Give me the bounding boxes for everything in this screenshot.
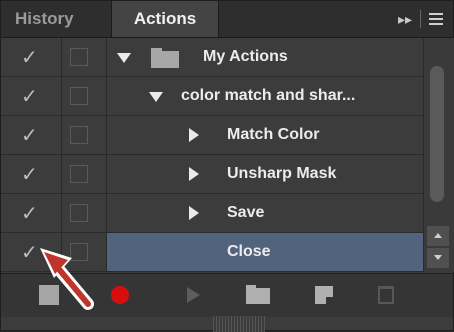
scroll-up-arrow-icon[interactable]	[427, 226, 449, 246]
toggle-item-checkmark-icon[interactable]: ✓	[21, 201, 38, 226]
toggle-item-checkmark-icon[interactable]: ✓	[21, 240, 38, 265]
action-step-row[interactable]: ✓ Save	[1, 194, 423, 233]
tab-icon-divider	[420, 10, 421, 28]
step-name: Match Color	[227, 126, 320, 143]
toggle-item-checkmark-icon[interactable]: ✓	[21, 45, 38, 70]
tab-history[interactable]: History	[15, 1, 74, 37]
toggle-dialog-box[interactable]	[70, 87, 88, 105]
new-set-button[interactable]	[233, 274, 283, 317]
step-name: Save	[227, 204, 265, 221]
action-name: color match and shar...	[181, 87, 356, 104]
delete-trash-icon	[378, 286, 394, 304]
actions-panel: History Actions ▸▸ ✓ My Actions ✓ color …	[0, 0, 454, 332]
collapse-triangle-icon[interactable]	[189, 128, 199, 142]
scroll-down-arrow-icon[interactable]	[427, 248, 449, 268]
play-button[interactable]	[169, 274, 219, 317]
record-button[interactable]	[97, 274, 147, 317]
step-name: Close	[227, 243, 271, 260]
action-step-row[interactable]: ✓ Unsharp Mask	[1, 155, 423, 194]
resize-grip[interactable]	[213, 316, 265, 332]
toggle-item-checkmark-icon[interactable]: ✓	[21, 123, 38, 148]
toggle-dialog-box[interactable]	[70, 48, 88, 66]
new-action-icon	[315, 286, 333, 304]
stop-icon	[39, 285, 59, 305]
toggle-dialog-box[interactable]	[70, 204, 88, 222]
toggle-dialog-box[interactable]	[70, 243, 88, 261]
new-action-button[interactable]	[299, 274, 349, 317]
vertical-scrollbar[interactable]	[423, 38, 454, 272]
stop-button[interactable]	[23, 274, 73, 317]
toggle-item-checkmark-icon[interactable]: ✓	[21, 84, 38, 109]
step-name: Unsharp Mask	[227, 165, 337, 182]
action-step-row-selected[interactable]: ✓ Close	[1, 233, 423, 272]
collapse-triangle-icon[interactable]	[189, 167, 199, 181]
toggle-dialog-box[interactable]	[70, 165, 88, 183]
tab-actions[interactable]: Actions	[111, 1, 219, 37]
new-set-folder-icon	[246, 285, 270, 304]
panel-menu-icon[interactable]	[429, 13, 443, 25]
play-icon	[187, 287, 200, 303]
action-row[interactable]: ✓ color match and shar...	[1, 77, 423, 116]
action-step-row[interactable]: ✓ Match Color	[1, 116, 423, 155]
record-icon	[111, 286, 129, 304]
expand-triangle-icon[interactable]	[117, 53, 131, 63]
action-set-row[interactable]: ✓ My Actions	[1, 38, 423, 77]
expand-triangle-icon[interactable]	[149, 92, 163, 102]
double-chevron-right-icon[interactable]: ▸▸	[398, 11, 412, 28]
folder-icon	[151, 48, 179, 68]
toggle-dialog-box[interactable]	[70, 126, 88, 144]
toggle-item-checkmark-icon[interactable]: ✓	[21, 162, 38, 187]
set-name: My Actions	[203, 48, 288, 65]
collapse-triangle-icon[interactable]	[189, 206, 199, 220]
bottom-toolbar	[1, 273, 453, 317]
delete-button[interactable]	[361, 274, 411, 317]
actions-list: ✓ My Actions ✓ color match and shar... ✓…	[1, 38, 423, 272]
scroll-thumb[interactable]	[430, 66, 444, 202]
tab-bar: History Actions ▸▸	[1, 1, 453, 38]
